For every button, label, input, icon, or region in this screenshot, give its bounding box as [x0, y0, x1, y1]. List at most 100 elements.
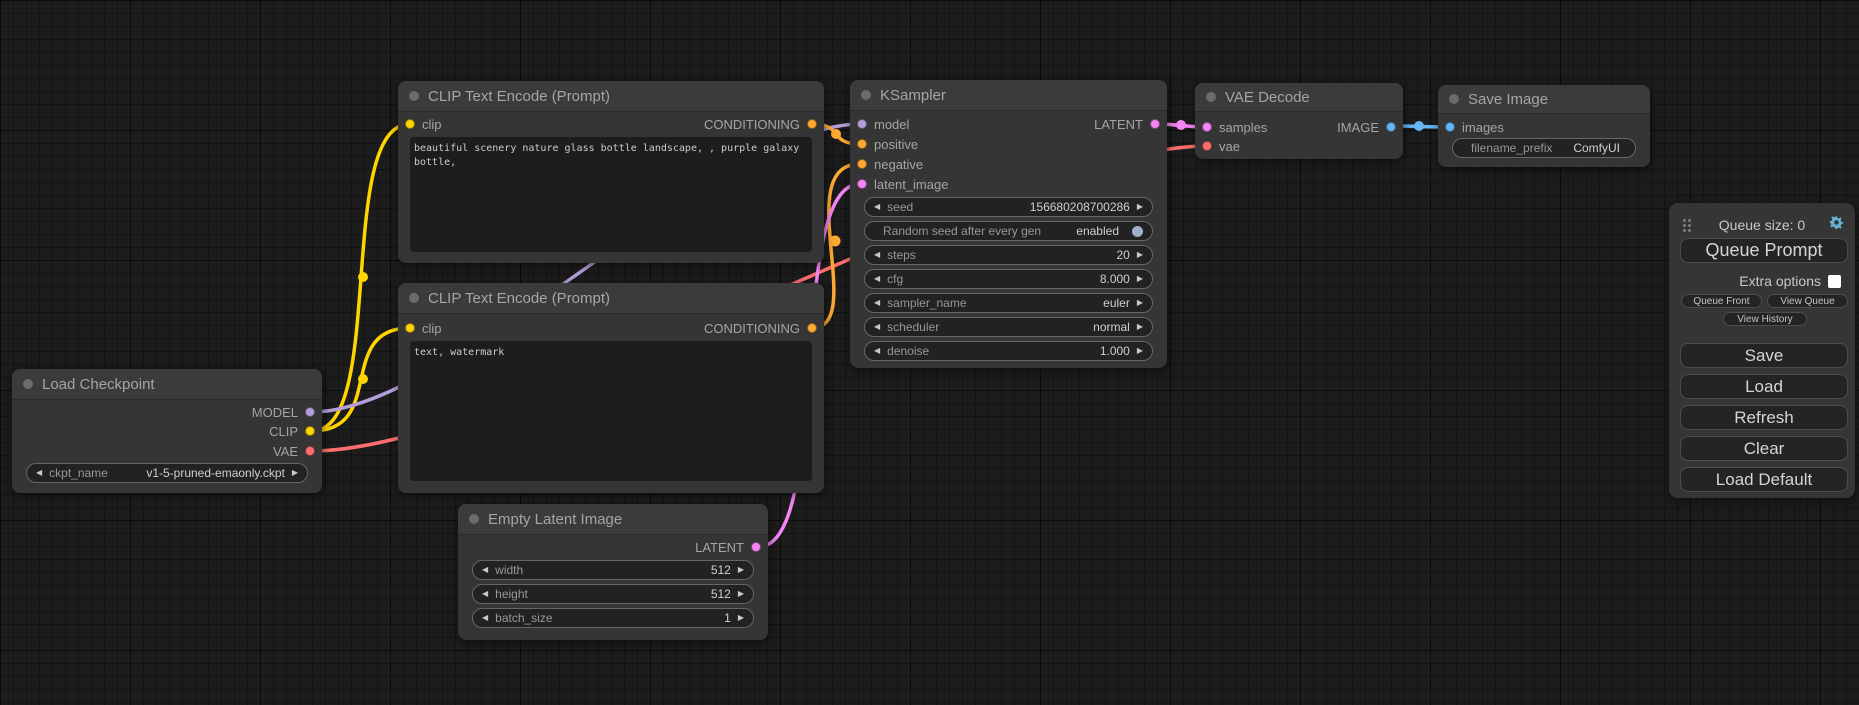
clip-port-icon[interactable]	[405, 119, 415, 129]
seed-widget[interactable]: ◀ seed 156680208700286 ▶	[864, 197, 1153, 217]
next-arrow-icon[interactable]: ▶	[1137, 323, 1143, 331]
output-conditioning[interactable]: CONDITIONING	[704, 319, 817, 337]
negative-prompt-textarea[interactable]: text, watermark	[410, 341, 812, 481]
prev-arrow-icon[interactable]: ◀	[874, 323, 880, 331]
cfg-widget[interactable]: ◀ cfg 8.000 ▶	[864, 269, 1153, 289]
link-dot-image[interactable]	[1414, 121, 1424, 131]
node-header[interactable]: Save Image	[1438, 85, 1650, 114]
image-port-icon[interactable]	[1386, 122, 1396, 132]
extra-options-checkbox[interactable]	[1828, 275, 1841, 288]
node-header[interactable]: Empty Latent Image	[458, 504, 768, 535]
output-image[interactable]: IMAGE	[1337, 118, 1396, 136]
node-clip-text-encode-positive[interactable]: CLIP Text Encode (Prompt) clip CONDITION…	[398, 81, 824, 263]
random-seed-widget[interactable]: Random seed after every gen enabled	[864, 221, 1153, 241]
next-arrow-icon[interactable]: ▶	[1137, 275, 1143, 283]
input-negative[interactable]: negative	[857, 155, 923, 173]
node-load-checkpoint[interactable]: Load Checkpoint MODEL CLIP VAE ◀ ckpt_na…	[12, 369, 322, 493]
vae-port-icon[interactable]	[305, 446, 315, 456]
clear-button[interactable]: Clear	[1680, 436, 1848, 461]
link-dot-positive[interactable]	[831, 129, 841, 139]
image-port-icon[interactable]	[1445, 122, 1455, 132]
link-dot-latent[interactable]	[1176, 120, 1186, 130]
queue-front-button[interactable]: Queue Front	[1681, 294, 1762, 308]
load-button[interactable]: Load	[1680, 374, 1848, 399]
node-empty-latent-image[interactable]: Empty Latent Image LATENT ◀ width 512 ▶ …	[458, 504, 768, 640]
clip-port-icon[interactable]	[405, 323, 415, 333]
load-default-button[interactable]: Load Default	[1680, 467, 1848, 492]
conditioning-port-icon[interactable]	[857, 139, 867, 149]
positive-prompt-textarea[interactable]: beautiful scenery nature glass bottle la…	[410, 137, 812, 252]
latent-port-icon[interactable]	[857, 179, 867, 189]
next-arrow-icon[interactable]: ▶	[1137, 203, 1143, 211]
prev-arrow-icon[interactable]: ◀	[482, 590, 488, 598]
prev-arrow-icon[interactable]: ◀	[874, 299, 880, 307]
conditioning-port-icon[interactable]	[807, 119, 817, 129]
node-clip-text-encode-negative[interactable]: CLIP Text Encode (Prompt) clip CONDITION…	[398, 283, 824, 493]
prev-arrow-icon[interactable]: ◀	[874, 275, 880, 283]
link-dot-clip1[interactable]	[358, 272, 368, 282]
latent-port-icon[interactable]	[1202, 122, 1212, 132]
comfy-menu-panel[interactable]: Queue size: 0 Queue Prompt Extra options…	[1669, 203, 1855, 498]
collapse-dot-icon[interactable]	[409, 91, 419, 101]
denoise-widget[interactable]: ◀ denoise 1.000 ▶	[864, 341, 1153, 361]
node-header[interactable]: CLIP Text Encode (Prompt)	[398, 283, 824, 314]
filename-prefix-widget[interactable]: filename_prefix ComfyUI	[1452, 138, 1636, 158]
width-widget[interactable]: ◀ width 512 ▶	[472, 560, 754, 580]
next-arrow-icon[interactable]: ▶	[738, 566, 744, 574]
input-latent-image[interactable]: latent_image	[857, 175, 948, 193]
output-vae[interactable]: VAE	[273, 442, 315, 460]
prev-arrow-icon[interactable]: ◀	[36, 469, 42, 477]
next-arrow-icon[interactable]: ▶	[1137, 251, 1143, 259]
link-dot-negative[interactable]	[830, 236, 841, 247]
model-port-icon[interactable]	[305, 407, 315, 417]
sampler-name-widget[interactable]: ◀ sampler_name euler ▶	[864, 293, 1153, 313]
conditioning-port-icon[interactable]	[807, 323, 817, 333]
vae-port-icon[interactable]	[1202, 141, 1212, 151]
latent-port-icon[interactable]	[1150, 119, 1160, 129]
toggle-dot-icon[interactable]	[1132, 226, 1143, 237]
node-header[interactable]: Load Checkpoint	[12, 369, 322, 400]
output-model[interactable]: MODEL	[252, 403, 315, 421]
output-latent[interactable]: LATENT	[695, 538, 761, 556]
prev-arrow-icon[interactable]: ◀	[482, 614, 488, 622]
input-vae[interactable]: vae	[1202, 137, 1240, 155]
steps-widget[interactable]: ◀ steps 20 ▶	[864, 245, 1153, 265]
settings-gear-icon[interactable]	[1828, 214, 1845, 231]
collapse-dot-icon[interactable]	[469, 514, 479, 524]
prev-arrow-icon[interactable]: ◀	[874, 203, 880, 211]
node-header[interactable]: CLIP Text Encode (Prompt)	[398, 81, 824, 112]
clip-port-icon[interactable]	[305, 426, 315, 436]
prev-arrow-icon[interactable]: ◀	[874, 347, 880, 355]
next-arrow-icon[interactable]: ▶	[292, 469, 298, 477]
output-clip[interactable]: CLIP	[269, 422, 315, 440]
latent-port-icon[interactable]	[751, 542, 761, 552]
queue-prompt-button[interactable]: Queue Prompt	[1680, 238, 1848, 263]
node-ksampler[interactable]: KSampler model positive negative latent_…	[850, 80, 1167, 368]
node-vae-decode[interactable]: VAE Decode samples vae IMAGE	[1195, 83, 1403, 159]
next-arrow-icon[interactable]: ▶	[1137, 299, 1143, 307]
ckpt-name-widget[interactable]: ◀ ckpt_name v1-5-pruned-emaonly.ckpt ▶	[26, 463, 308, 483]
output-conditioning[interactable]: CONDITIONING	[704, 115, 817, 133]
prev-arrow-icon[interactable]: ◀	[874, 251, 880, 259]
collapse-dot-icon[interactable]	[409, 293, 419, 303]
prev-arrow-icon[interactable]: ◀	[482, 566, 488, 574]
comfyui-canvas[interactable]: { "app": "ComfyUI node graph", "colors":…	[0, 0, 1859, 705]
batch-size-widget[interactable]: ◀ batch_size 1 ▶	[472, 608, 754, 628]
node-header[interactable]: VAE Decode	[1195, 83, 1403, 112]
save-button[interactable]: Save	[1680, 343, 1848, 368]
next-arrow-icon[interactable]: ▶	[738, 614, 744, 622]
input-clip[interactable]: clip	[405, 319, 442, 337]
collapse-dot-icon[interactable]	[1206, 92, 1216, 102]
input-images[interactable]: images	[1445, 118, 1504, 136]
collapse-dot-icon[interactable]	[861, 90, 871, 100]
view-queue-button[interactable]: View Queue	[1767, 294, 1848, 308]
link-dot-clip2[interactable]	[358, 374, 368, 384]
node-header[interactable]: KSampler	[850, 80, 1167, 111]
input-samples[interactable]: samples	[1202, 118, 1267, 136]
input-positive[interactable]: positive	[857, 135, 918, 153]
model-port-icon[interactable]	[857, 119, 867, 129]
collapse-dot-icon[interactable]	[23, 379, 33, 389]
output-latent[interactable]: LATENT	[1094, 115, 1160, 133]
input-clip[interactable]: clip	[405, 115, 442, 133]
input-model[interactable]: model	[857, 115, 909, 133]
